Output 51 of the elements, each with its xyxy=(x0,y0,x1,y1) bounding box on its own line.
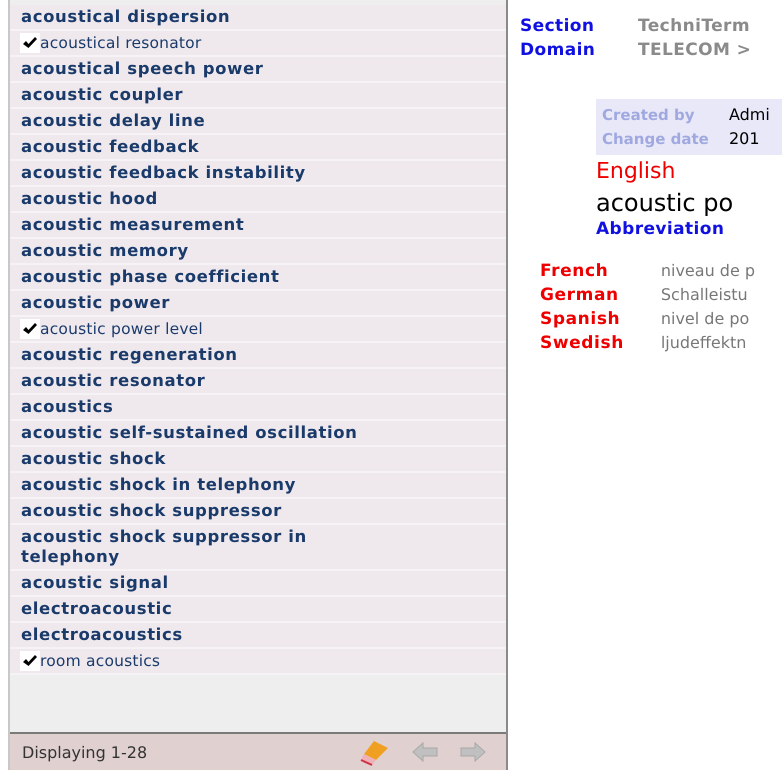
term-list-item[interactable]: acoustic shock suppressor in telephony xyxy=(10,525,506,571)
eraser-icon[interactable] xyxy=(360,738,390,766)
checkmark-icon xyxy=(20,651,40,671)
translation-term: niveau de p xyxy=(660,260,756,282)
term-list-item[interactable]: acoustic coupler xyxy=(10,83,506,109)
abbreviation-label: Abbreviation xyxy=(596,219,726,239)
term-list-item[interactable]: acoustic delay line xyxy=(10,109,506,135)
translation-term: Schalleistu xyxy=(660,284,749,306)
term-list-item[interactable]: acoustic memory xyxy=(10,239,506,265)
term-list-item[interactable]: room acoustics xyxy=(10,649,506,675)
term-list-item[interactable]: acoustic regeneration xyxy=(10,343,506,369)
language-heading: English xyxy=(596,158,676,186)
field-label: Domain xyxy=(520,39,596,62)
term-list-item[interactable]: electroacoustic xyxy=(10,597,506,623)
translation-term: nivel de po xyxy=(660,308,750,330)
term-list-item[interactable]: acoustic shock suppressor xyxy=(10,499,506,525)
term-list-item[interactable]: acoustic power xyxy=(10,291,506,317)
translation-language: German xyxy=(540,284,620,307)
term-list-item[interactable]: acoustical dispersion xyxy=(10,5,506,31)
term-list-item[interactable]: acoustic power level xyxy=(10,317,506,343)
metadata-value: Admi xyxy=(728,104,771,126)
term-list-item[interactable]: acoustic self-sustained oscillation xyxy=(10,421,506,447)
term-list-item[interactable]: acoustic measurement xyxy=(10,213,506,239)
term-list-item[interactable]: acoustic shock xyxy=(10,447,506,473)
term-list-item[interactable]: acoustic resonator xyxy=(10,369,506,395)
term-list-item[interactable]: acoustic feedback instability xyxy=(10,161,506,187)
term-list-item[interactable]: acoustical resonator xyxy=(10,31,506,57)
field-value: TELECOM > xyxy=(638,39,752,62)
translation-language: Swedish xyxy=(540,332,625,355)
right-arrow-icon[interactable] xyxy=(460,742,486,762)
checkmark-icon xyxy=(20,33,40,53)
translation-term: ljudeffektn xyxy=(660,332,748,354)
term-list-item[interactable]: acoustical speech power xyxy=(10,57,506,83)
term-list-item[interactable]: acoustic hood xyxy=(10,187,506,213)
translation-language: French xyxy=(540,260,610,283)
metadata-label: Change date xyxy=(602,129,710,150)
term-heading: acoustic po xyxy=(596,188,734,219)
term-list-item[interactable]: acoustics xyxy=(10,395,506,421)
term-list-item[interactable]: acoustic shock in telephony xyxy=(10,473,506,499)
field-value: TechniTerm xyxy=(638,15,750,38)
term-list-item[interactable]: electroacoustics xyxy=(10,623,506,649)
term-list-item[interactable]: acoustic feedback xyxy=(10,135,506,161)
status-text: Displaying 1-28 xyxy=(22,742,148,762)
term-list-item[interactable]: acoustic signal xyxy=(10,571,506,597)
term-list-item[interactable]: acoustic phase coefficient xyxy=(10,265,506,291)
metadata-value: 201 xyxy=(728,128,761,150)
left-arrow-icon[interactable] xyxy=(412,742,438,762)
field-label: Section xyxy=(520,15,596,38)
metadata-label: Created by xyxy=(602,105,696,126)
checkmark-icon xyxy=(20,319,40,339)
translation-language: Spanish xyxy=(540,308,622,331)
